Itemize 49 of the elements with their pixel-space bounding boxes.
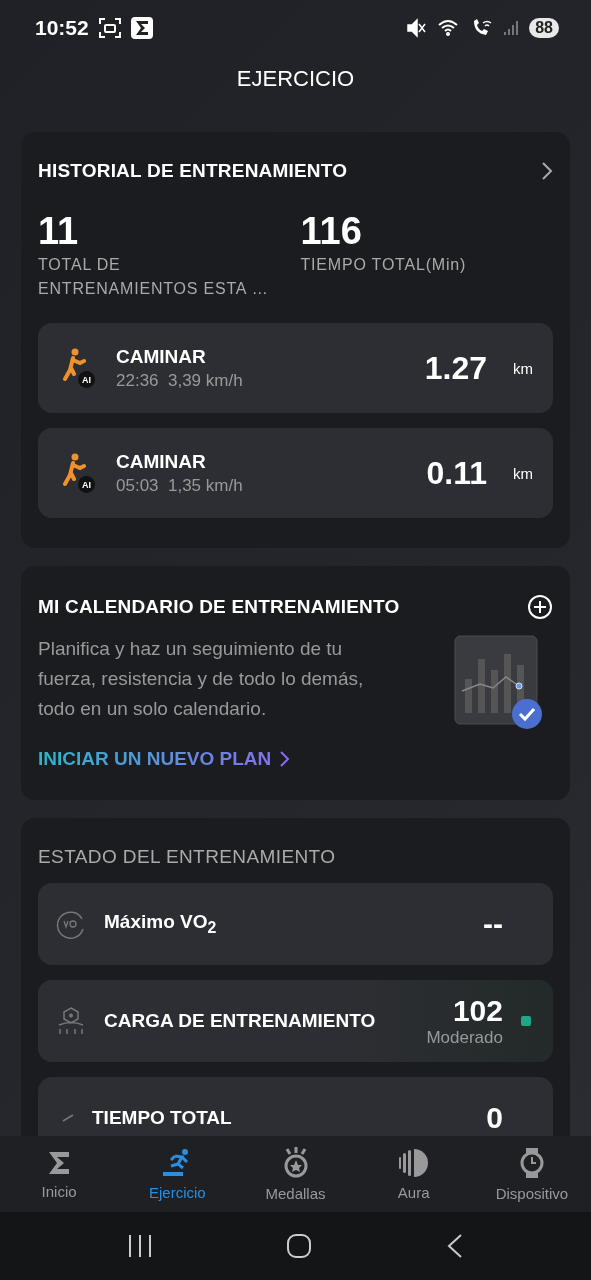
distance-unit: km: [513, 464, 533, 482]
chevron-right-icon: [279, 750, 292, 768]
ai-badge: AI: [78, 476, 95, 493]
chevron-right-icon[interactable]: [541, 161, 553, 181]
mute-icon: [407, 18, 428, 38]
tab[interactable]: Ejercicio: [118, 1136, 237, 1212]
distance-unit: km: [513, 359, 533, 377]
card-title: HISTORIAL DE ENTRENAMIENTO: [38, 160, 348, 182]
stat-value: 11: [38, 210, 80, 253]
status-label: TIEMPO TOTAL: [92, 1107, 233, 1129]
add-icon[interactable]: [527, 594, 553, 620]
workout-name: CAMINAR: [116, 450, 207, 473]
load-icon: [56, 1006, 86, 1036]
status-row[interactable]: TIEMPO TOTAL 0: [38, 1077, 553, 1136]
status-row[interactable]: CARGA DE ENTRENAMIENTO 102 Moderado: [38, 980, 553, 1062]
stat-value: 116: [300, 210, 363, 253]
workout-name: CAMINAR: [116, 345, 207, 368]
page-title: EJERCICIO: [236, 66, 355, 93]
sigma-icon: [130, 17, 153, 39]
workout-details: 22:36 3,39 km/h: [116, 370, 244, 391]
calendar-description: Planifica y haz un seguimiento de tu fuerza, resistencia y de todo lo demás, todo en un solo calendario.: [38, 637, 365, 721]
status-level: Moderado: [426, 1028, 503, 1048]
screenshot-icon: [98, 18, 121, 38]
status-label: CARGA DE ENTRENAMIENTO: [104, 1010, 377, 1032]
status-time: 10:52: [35, 16, 89, 40]
battery-level: 88: [529, 18, 559, 38]
aura-icon: [397, 1147, 430, 1178]
tab[interactable]: Aura: [354, 1136, 473, 1212]
status-row[interactable]: Máximo VO$_{2}$ --: [38, 883, 553, 965]
workout-row[interactable]: AI CAMINAR 22:36 3,39 km/h 1.27 km: [38, 323, 553, 413]
card-title: MI CALENDARIO DE ENTRENAMIENTO: [38, 596, 400, 618]
workout-details: 05:03 1,35 km/h: [116, 475, 244, 496]
card-title: ESTADO DEL ENTRENAMIENTO: [38, 846, 337, 868]
status-value: --: [483, 907, 503, 941]
ai-badge: AI: [78, 371, 95, 388]
stat-label: TIEMPO TOTAL(Min): [300, 255, 468, 275]
status-value: 102: [452, 994, 503, 1028]
stat-label: TOTAL DE ENTRENAMIENTOS ESTA …: [38, 255, 270, 299]
wifi-call-icon: [471, 18, 494, 38]
signal-icon: [503, 19, 520, 37]
workout-distance: 0.11: [426, 454, 487, 492]
gauge-icon: [56, 909, 86, 939]
tab[interactable]: Dispositivo: [472, 1136, 591, 1212]
tab[interactable]: Medallas: [236, 1136, 355, 1212]
status-label: Máximo VO$_{2}$: [104, 911, 218, 937]
workout-distance: 1.27: [424, 349, 487, 387]
tab[interactable]: Inicio: [0, 1136, 119, 1212]
workout-row[interactable]: AI CAMINAR 05:03 1,35 km/h 0.11 km: [38, 428, 553, 518]
status-value: 0: [486, 1101, 503, 1135]
